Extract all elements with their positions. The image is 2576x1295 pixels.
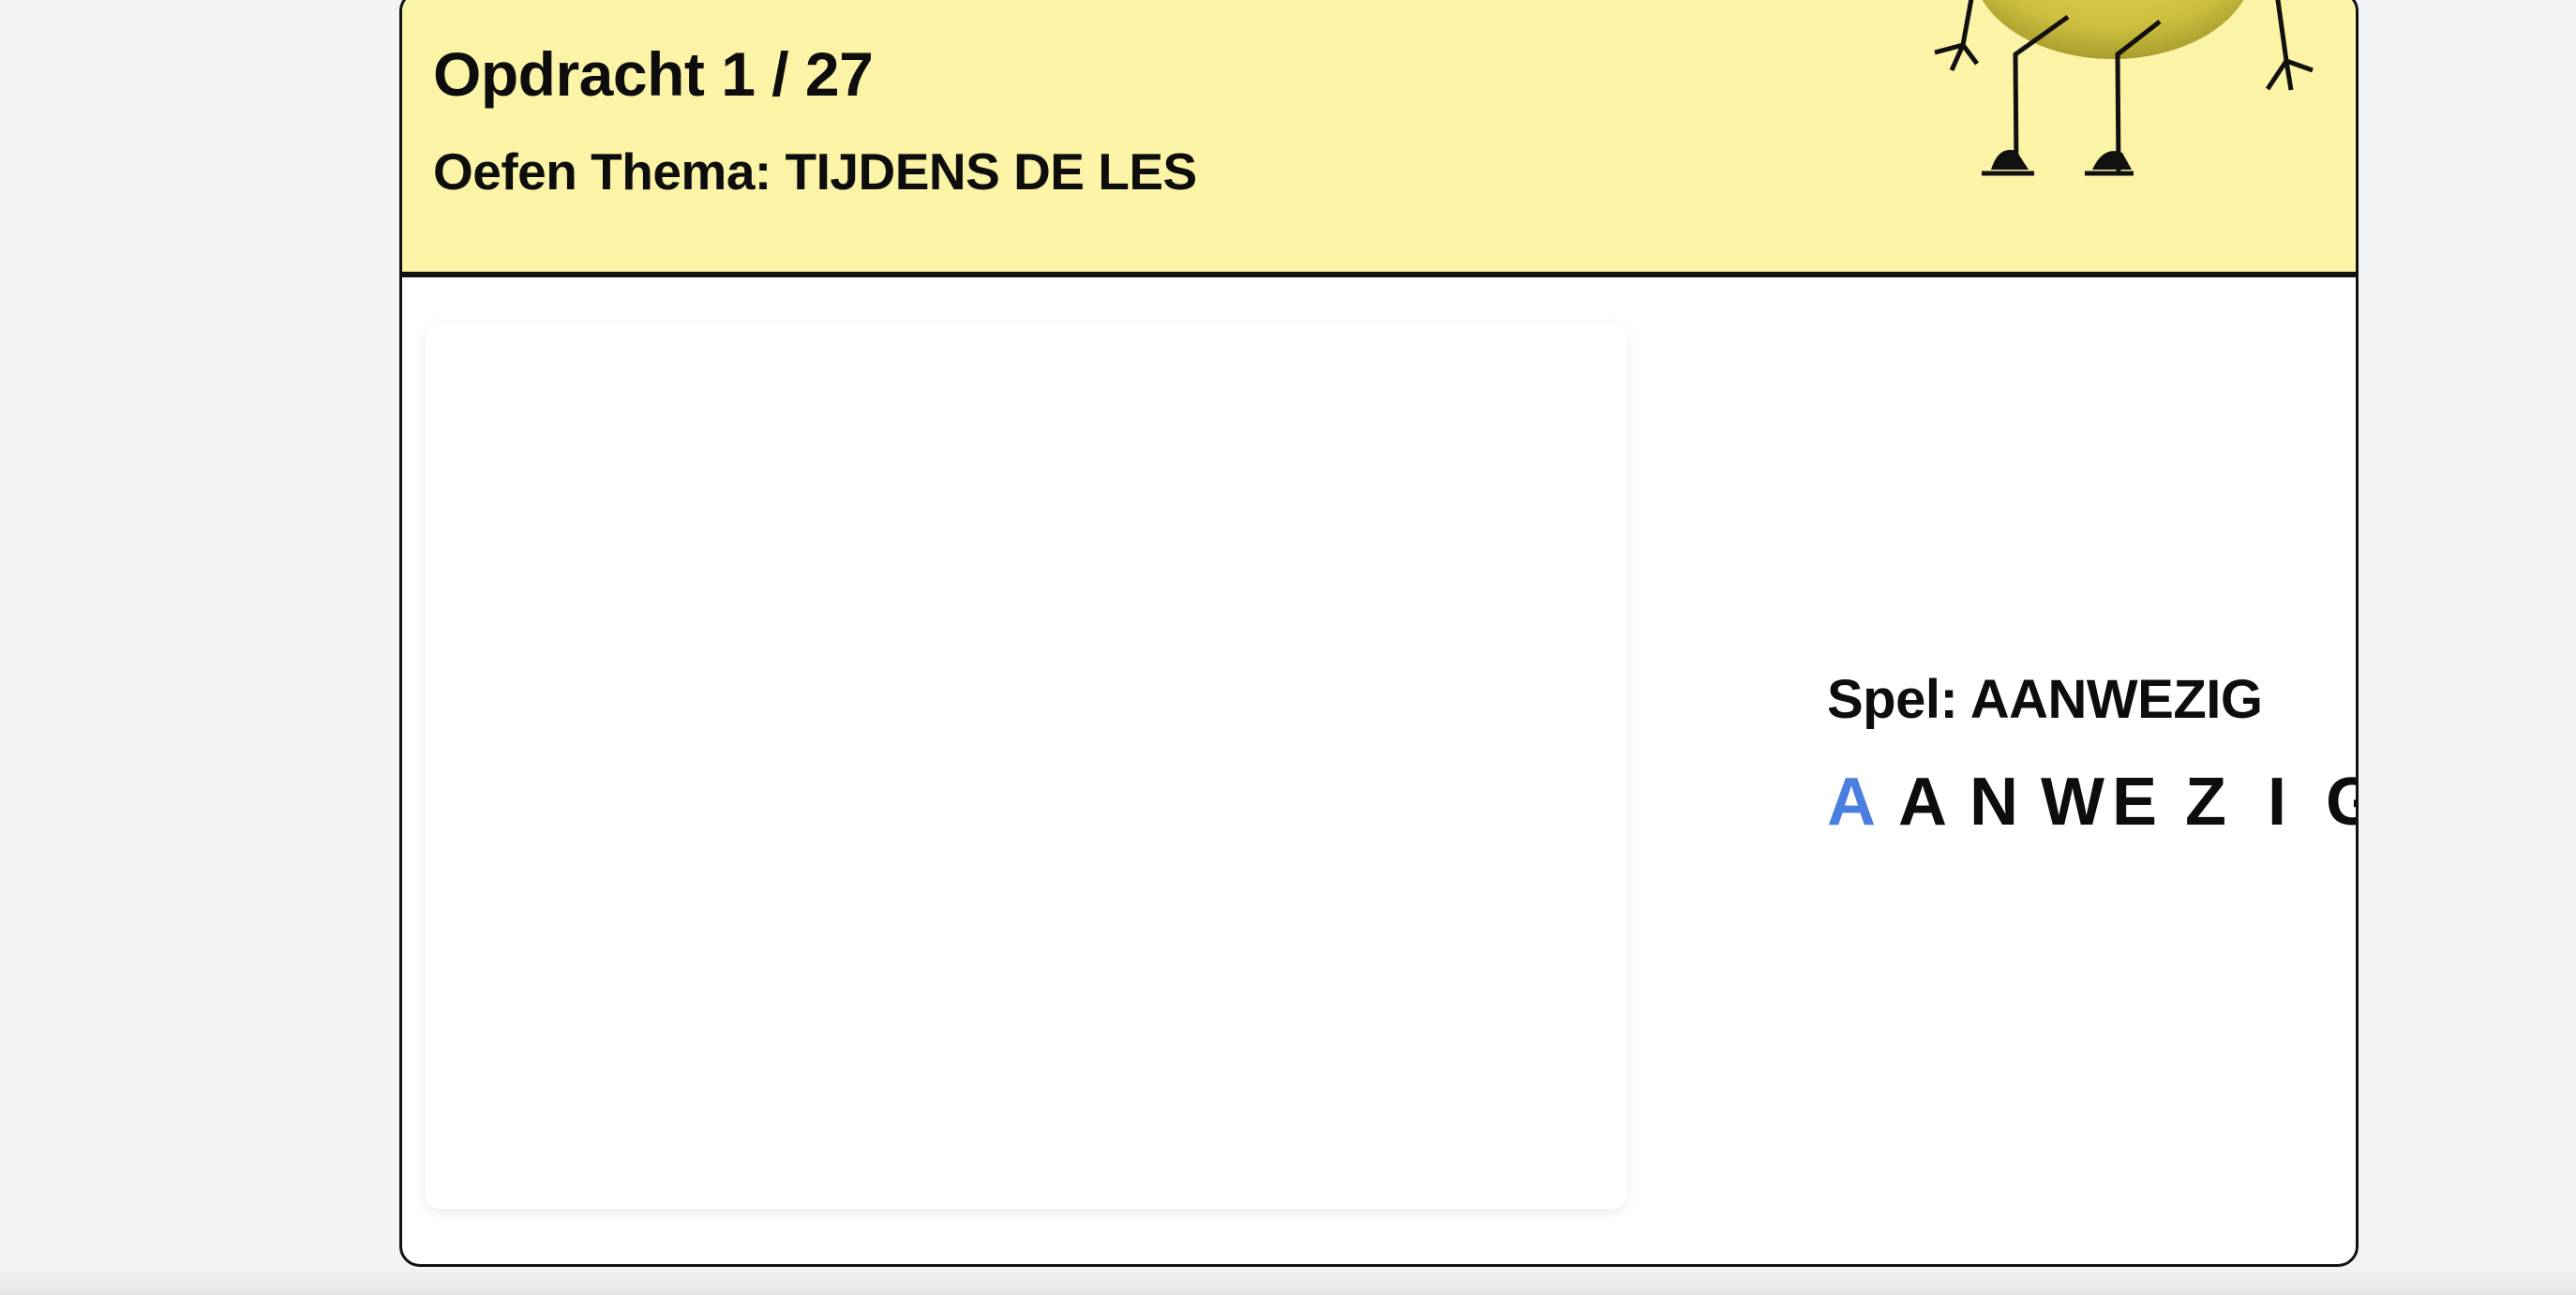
letter-tile: Z [2185, 765, 2226, 840]
mascot-creature-icon [1934, 0, 2314, 176]
letter-sequence: A A N W E Z I G [1827, 765, 2356, 840]
exercise-card: Opdracht 1 / 27 Oefen Thema: TIJDENS DE … [399, 0, 2359, 1267]
theme-title: Oefen Thema: TIJDENS DE LES [433, 142, 1197, 201]
letter-tile: E [2112, 765, 2158, 840]
letter-tile: G [2326, 768, 2356, 836]
letter-tile: A [1898, 765, 1947, 840]
letter-tile: N [1969, 765, 2018, 840]
exercise-counter: Opdracht 1 / 27 [433, 39, 874, 109]
letter-tile: I [2267, 765, 2286, 840]
exercise-header: Opdracht 1 / 27 Oefen Thema: TIJDENS DE … [402, 0, 2356, 277]
game-label: Spel: AANWEZIG [1827, 669, 2263, 730]
letter-tile-active: A [1827, 765, 1876, 840]
letter-tile: W [2041, 765, 2104, 840]
window-bottom-edge [0, 1267, 2576, 1295]
drawing-canvas[interactable] [426, 323, 1627, 1209]
